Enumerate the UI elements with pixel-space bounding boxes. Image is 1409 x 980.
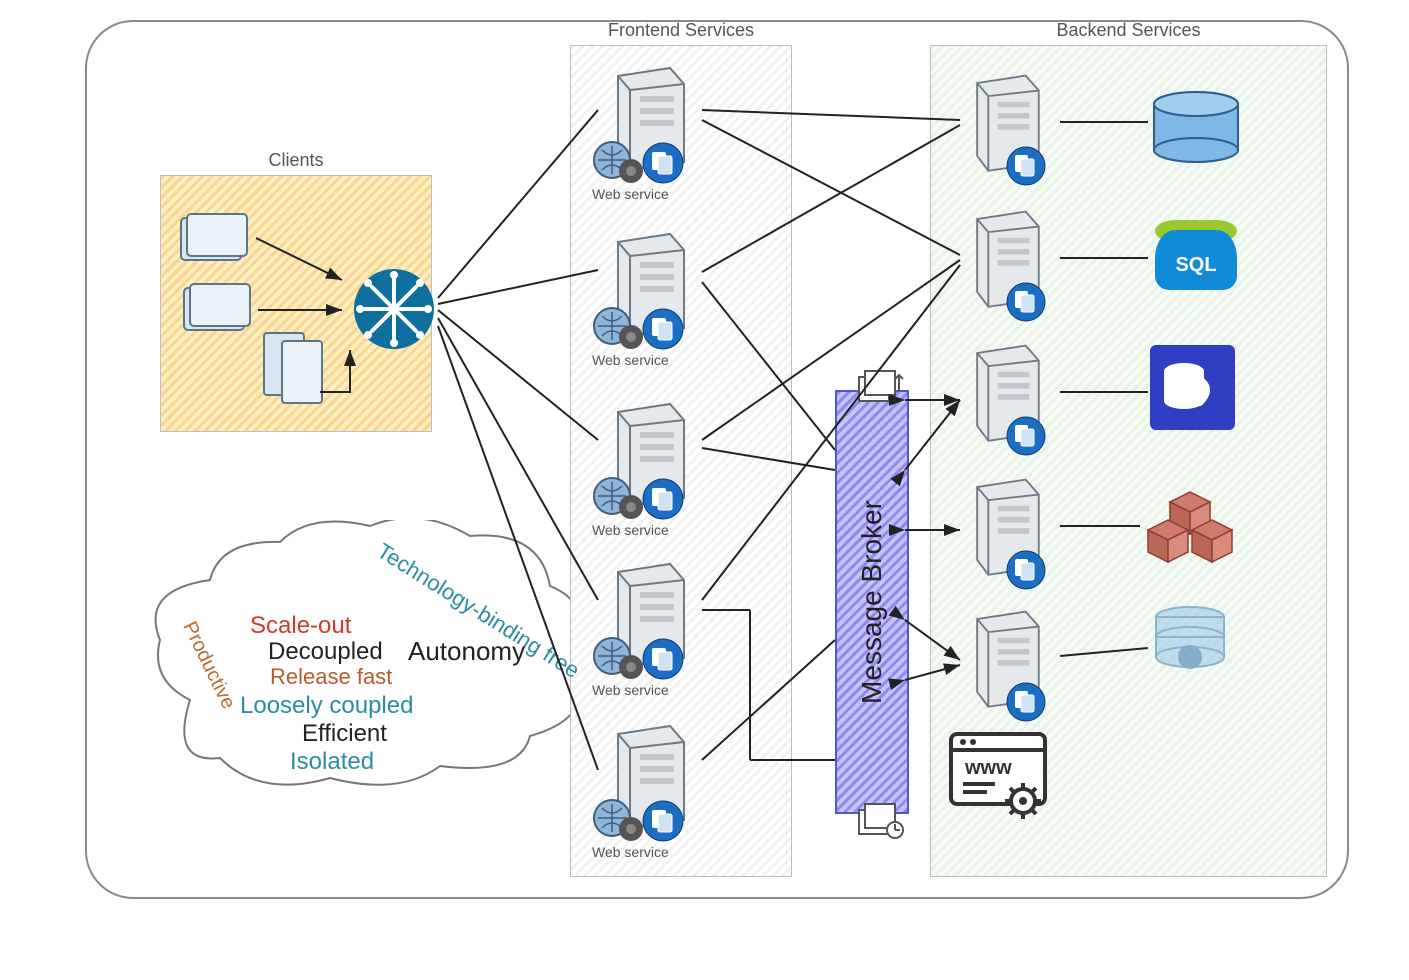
- wordcloud: Technology-binding freeScale-outProducti…: [130, 520, 570, 810]
- wordcloud-term: Scale-out: [250, 612, 351, 640]
- web-service-label: Web service: [592, 682, 669, 698]
- wordcloud-term: Loosely coupled: [240, 692, 413, 720]
- backend-service-2: [960, 206, 1054, 318]
- sql-database-icon: SQL: [1150, 220, 1242, 298]
- backend-service-5: [960, 606, 1054, 718]
- diagram-stage: Clients Frontend Services Backend Servic…: [0, 0, 1409, 980]
- client-device-3: [256, 325, 334, 412]
- cache-store-icon: [1150, 605, 1230, 685]
- web-service-label: Web service: [592, 522, 669, 538]
- client-device-2: [178, 280, 258, 345]
- router-icon: [350, 265, 438, 358]
- web-service-label: Web service: [592, 844, 669, 860]
- wordcloud-term: Isolated: [290, 748, 374, 776]
- web-service-label: Web service: [592, 352, 669, 368]
- wordcloud-term: Release fast: [270, 664, 392, 690]
- queue-out-icon: [855, 800, 907, 849]
- frontend-web-service-3: Web service: [600, 398, 700, 518]
- frontend-label: Frontend Services: [571, 20, 791, 41]
- backend-service-3: [960, 340, 1054, 452]
- clients-label: Clients: [161, 150, 431, 171]
- wordcloud-term: Autonomy: [408, 636, 525, 667]
- wordcloud-term: Efficient: [302, 720, 387, 748]
- backend-label: Backend Services: [931, 20, 1326, 41]
- external-web-service-icon: www: [945, 728, 1055, 828]
- message-broker-label: Message Broker: [856, 500, 888, 704]
- client-device-1: [175, 210, 255, 275]
- blob-storage-cubes-icon: [1140, 480, 1240, 570]
- svg-text:www: www: [964, 757, 1012, 779]
- frontend-web-service-2: Web service: [600, 228, 700, 348]
- frontend-web-service-4: Web service: [600, 558, 700, 678]
- frontend-web-service-5: Web service: [600, 720, 700, 840]
- queue-in-icon: [855, 365, 907, 414]
- frontend-web-service-1: Web service: [600, 62, 700, 182]
- sql-label: SQL: [1150, 254, 1242, 277]
- web-service-label: Web service: [592, 186, 669, 202]
- backend-service-4: [960, 474, 1054, 586]
- message-broker: Message Broker: [835, 390, 909, 814]
- backend-service-1: [960, 70, 1054, 182]
- wordcloud-term: Decoupled: [268, 638, 383, 666]
- nosql-store-icon: [1150, 345, 1235, 430]
- database-cylinder-icon: [1150, 90, 1242, 171]
